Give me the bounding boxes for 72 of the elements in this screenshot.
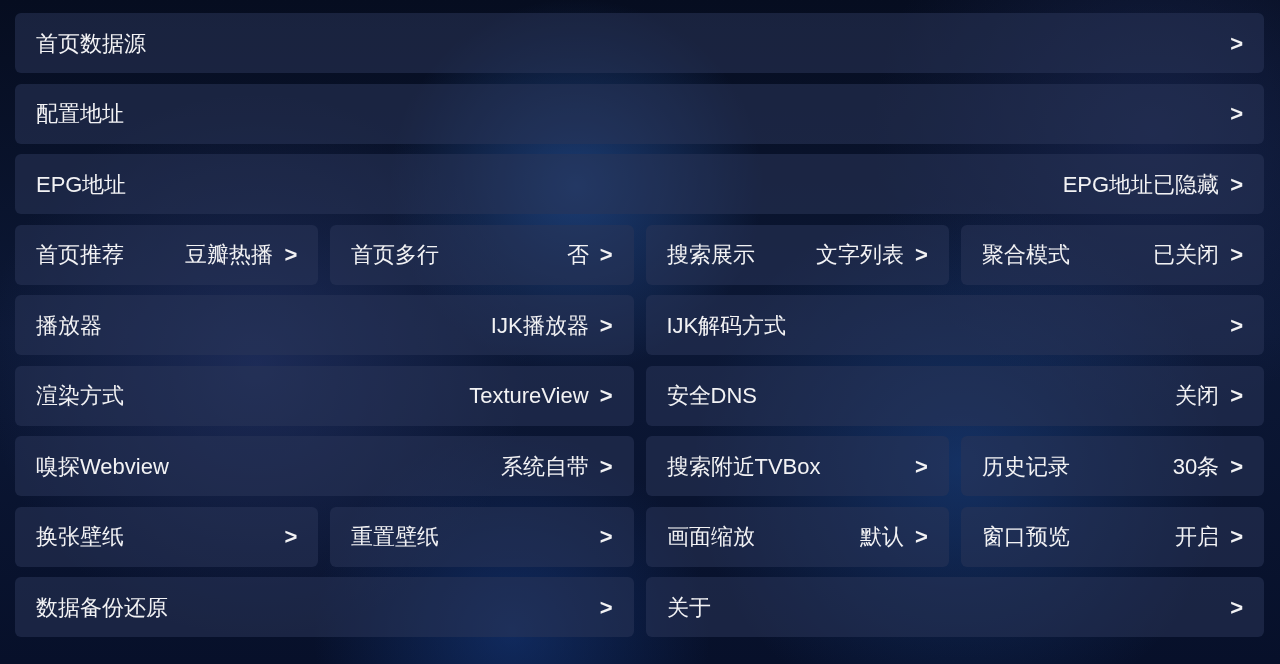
setting-label: 画面缩放	[666, 523, 755, 551]
setting-label: 重置壁纸	[351, 523, 440, 551]
settings-item[interactable]: IJK解码方式 >	[645, 295, 1264, 355]
settings-item[interactable]: 换张壁纸 >	[15, 506, 319, 567]
setting-value: 开启	[1175, 523, 1220, 551]
settings-item[interactable]: 首页多行 否 >	[330, 224, 634, 285]
settings-item[interactable]: 聚合模式 已关闭 >	[960, 224, 1264, 285]
settings-item[interactable]: 窗口预览 开启 >	[960, 506, 1264, 567]
setting-label: 渲染方式	[36, 382, 124, 410]
settings-item[interactable]: 搜索附近TVBox >	[645, 436, 949, 496]
chevron-icon: >	[914, 520, 928, 553]
settings-item[interactable]: 数据备份还原 >	[15, 577, 634, 637]
settings-item[interactable]: 安全DNS 关闭 >	[645, 365, 1264, 426]
settings-item[interactable]: 首页数据源 >	[15, 13, 1264, 73]
setting-label: 搜索展示	[666, 241, 755, 269]
setting-value: 豆瓣热播	[185, 241, 274, 269]
setting-value: TextureView	[469, 382, 589, 410]
settings-item[interactable]: 配置地址 >	[15, 83, 1264, 144]
settings-item[interactable]: 首页推荐 豆瓣热播 >	[15, 224, 319, 285]
chevron-icon: >	[599, 590, 613, 624]
settings-item[interactable]: 嗅探Webview 系统自带 >	[15, 436, 634, 496]
setting-label: 聚合模式	[981, 241, 1070, 269]
chevron-icon: >	[599, 308, 613, 342]
setting-value: 已关闭	[1153, 241, 1220, 269]
setting-label: 首页数据源	[36, 29, 146, 58]
chevron-icon: >	[284, 238, 298, 271]
settings-item[interactable]: 历史记录 30条 >	[960, 436, 1264, 496]
setting-value: 30条	[1172, 452, 1220, 481]
chevron-icon: >	[599, 449, 613, 483]
setting-label: 首页推荐	[36, 241, 124, 269]
chevron-icon: >	[1230, 308, 1243, 342]
chevron-icon: >	[284, 520, 298, 553]
setting-value: 系统自带	[500, 452, 589, 481]
setting-label: 播放器	[36, 311, 102, 340]
settings-item[interactable]: 播放器 IJK播放器 >	[15, 295, 634, 355]
chevron-icon: >	[599, 520, 613, 553]
setting-value: 否	[566, 241, 589, 269]
chevron-icon: >	[1230, 379, 1243, 412]
setting-label: 嗅探Webview	[36, 452, 169, 481]
setting-label: 历史记录	[981, 452, 1070, 481]
chevron-icon: >	[914, 449, 928, 483]
setting-label: 换张壁纸	[36, 523, 124, 551]
settings-item[interactable]: 搜索展示 文字列表 >	[645, 224, 949, 285]
settings-item[interactable]: 关于 >	[645, 577, 1264, 637]
chevron-icon: >	[1230, 520, 1243, 553]
chevron-icon: >	[599, 379, 613, 412]
chevron-icon: >	[1230, 167, 1243, 201]
setting-label: EPG地址	[36, 170, 127, 199]
setting-value: IJK播放器	[490, 311, 589, 340]
settings-item[interactable]: 重置壁纸 >	[330, 506, 634, 567]
setting-value: 关闭	[1175, 382, 1220, 410]
chevron-icon: >	[1230, 449, 1243, 483]
chevron-icon: >	[914, 238, 928, 271]
settings-item[interactable]: 渲染方式 TextureView >	[15, 365, 634, 426]
chevron-icon: >	[1230, 238, 1243, 271]
setting-label: 安全DNS	[666, 382, 757, 410]
settings-item[interactable]: 画面缩放 默认 >	[645, 506, 949, 567]
chevron-icon: >	[1230, 26, 1243, 60]
setting-label: 窗口预览	[981, 523, 1070, 551]
settings-item[interactable]: EPG地址 EPG地址已隐藏 >	[15, 154, 1264, 214]
setting-label: 搜索附近TVBox	[666, 452, 821, 481]
setting-value: 默认	[859, 523, 904, 551]
setting-value: 文字列表	[815, 241, 904, 269]
setting-label: 数据备份还原	[36, 593, 168, 622]
chevron-icon: >	[1230, 590, 1243, 624]
setting-label: 关于	[666, 593, 711, 622]
setting-label: 配置地址	[36, 100, 124, 128]
setting-label: IJK解码方式	[666, 311, 787, 340]
setting-label: 首页多行	[351, 241, 440, 269]
chevron-icon: >	[599, 238, 613, 271]
setting-value: EPG地址已隐藏	[1062, 170, 1220, 199]
chevron-icon: >	[1230, 97, 1243, 130]
